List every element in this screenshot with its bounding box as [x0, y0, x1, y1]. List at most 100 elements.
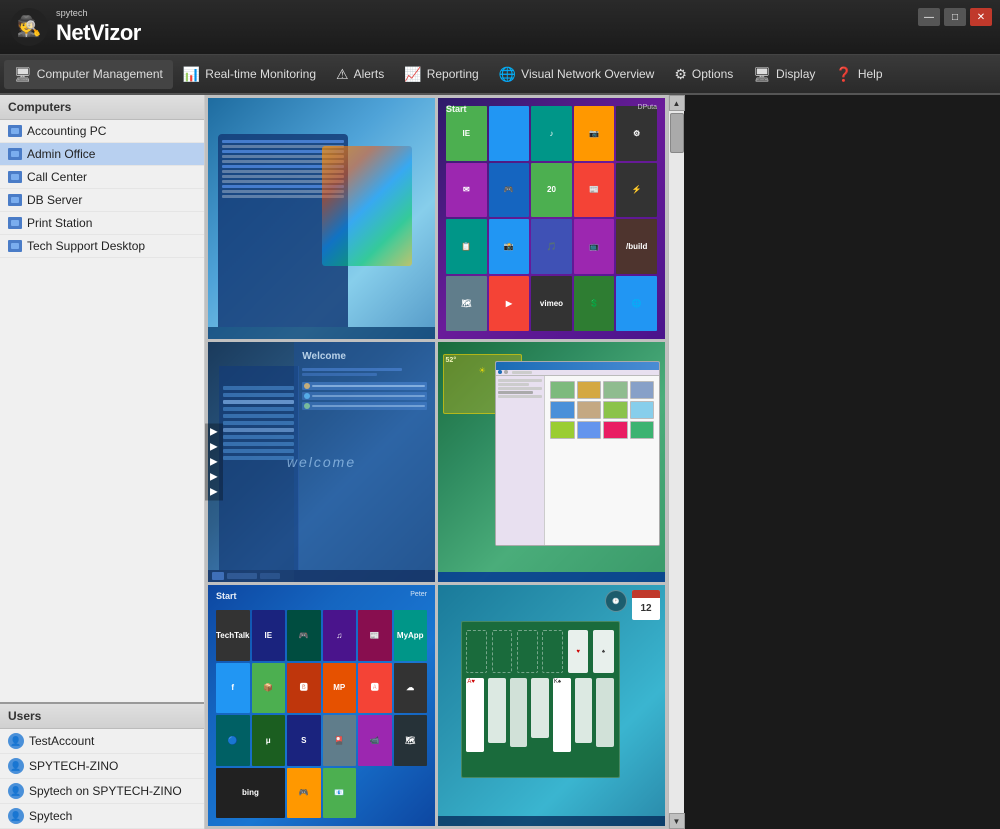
- tile[interactable]: 📸: [489, 219, 530, 274]
- sidebar-item-db-server[interactable]: DB Server: [0, 189, 204, 212]
- sidebar-item-spytech-zino[interactable]: 👤 SPYTECH-ZINO: [0, 754, 204, 779]
- tile[interactable]: 🗺: [446, 276, 487, 331]
- computers-header: Computers: [0, 95, 204, 120]
- tile[interactable]: ✉: [446, 163, 487, 218]
- menu-visual-network[interactable]: 🌐 Visual Network Overview: [489, 60, 665, 89]
- screenshot-winxp[interactable]: 52° ☀: [438, 342, 665, 583]
- menu-reporting[interactable]: 📈 Reporting: [394, 60, 488, 89]
- nav-arrow-up-1[interactable]: ▶: [207, 426, 221, 439]
- calendar-date: 12: [632, 598, 660, 620]
- menu-alerts[interactable]: ⚠ Alerts: [326, 60, 394, 89]
- tile[interactable]: 📧: [323, 768, 357, 818]
- tile[interactable]: 📰: [358, 610, 392, 660]
- tile[interactable]: 🎮: [287, 768, 321, 818]
- close-button[interactable]: ✕: [970, 8, 992, 26]
- tile[interactable]: 📷: [574, 106, 615, 161]
- tile[interactable]: S: [287, 715, 321, 765]
- screenshot-vista[interactable]: Welcome: [208, 342, 435, 583]
- computer-icon: [8, 217, 22, 229]
- tile[interactable]: ♫: [323, 610, 357, 660]
- visual-network-icon: 🌐: [499, 66, 516, 83]
- tile[interactable]: 🌐: [616, 276, 657, 331]
- tile[interactable]: μ: [252, 715, 286, 765]
- options-icon: ⚙: [674, 66, 687, 83]
- win8-blue-user-label: Peter: [410, 591, 427, 598]
- screenshot-win8-blue[interactable]: Start Peter TechTalk IE 🎮 ♫ 📰 MyApp f 📦 …: [208, 585, 435, 826]
- sidebar-item-print-station[interactable]: Print Station: [0, 212, 204, 235]
- tile[interactable]: f: [216, 663, 250, 713]
- tile[interactable]: IE: [252, 610, 286, 660]
- tile[interactable]: 20: [531, 163, 572, 218]
- menu-realtime-monitoring[interactable]: 📊 Real-time Monitoring: [173, 60, 326, 89]
- tile[interactable]: 📦: [252, 663, 286, 713]
- scroll-thumb[interactable]: [670, 113, 684, 153]
- tile[interactable]: 🅰: [358, 663, 392, 713]
- main-area: Computers Accounting PC Admin Office Cal…: [0, 95, 1000, 829]
- computer-icon: [8, 194, 22, 206]
- menu-computer-management[interactable]: 🖥 Computer Management: [4, 60, 173, 89]
- tile[interactable]: ☁: [394, 663, 428, 713]
- tile[interactable]: IE: [446, 106, 487, 161]
- user-avatar: 👤: [8, 733, 24, 749]
- screenshot-win7[interactable]: [208, 98, 435, 339]
- scrollbar: ▲ ▼: [668, 95, 684, 829]
- computer-icon: [8, 240, 22, 252]
- sidebar-item-accounting-pc[interactable]: Accounting PC: [0, 120, 204, 143]
- brand-name: spytech: [56, 8, 88, 18]
- tile[interactable]: ⚙: [616, 106, 657, 161]
- nav-arrows: ▶ ▶ ▶ ▶ ▶: [205, 424, 223, 501]
- tile[interactable]: /build: [616, 219, 657, 274]
- tile[interactable]: TechTalk: [216, 610, 250, 660]
- tile[interactable]: bing: [216, 768, 285, 818]
- users-header: Users: [0, 704, 204, 729]
- screenshot-solitaire[interactable]: 🕐 12 ♥: [438, 585, 665, 826]
- sidebar-item-admin-office[interactable]: Admin Office: [0, 143, 204, 166]
- tile[interactable]: ⚡: [616, 163, 657, 218]
- tile[interactable]: ▶: [489, 276, 530, 331]
- menu-display[interactable]: 🖥 Display: [743, 60, 825, 89]
- users-section: Users 👤 TestAccount 👤 SPYTECH-ZINO 👤 Spy…: [0, 702, 204, 829]
- minimize-button[interactable]: —: [918, 8, 940, 26]
- nav-arrow-up-5[interactable]: ▶: [207, 486, 221, 499]
- screenshot-win8-purple[interactable]: Start DPuta IE ♪ 📷 ⚙ ✉ 🎮 20 📰 ⚡ 📋: [438, 98, 665, 339]
- sidebar-item-spytech-on-zino[interactable]: 👤 Spytech on SPYTECH-ZINO: [0, 779, 204, 804]
- nav-arrow-up-3[interactable]: ▶: [207, 456, 221, 469]
- computer-icon: [8, 171, 22, 183]
- maximize-button[interactable]: □: [944, 8, 966, 26]
- sidebar-item-test-account[interactable]: 👤 TestAccount: [0, 729, 204, 754]
- menu-options[interactable]: ⚙ Options: [664, 60, 743, 89]
- scroll-up-button[interactable]: ▲: [669, 95, 685, 111]
- tile[interactable]: 🎵: [531, 219, 572, 274]
- scroll-down-button[interactable]: ▼: [669, 813, 685, 829]
- sidebar-label-admin-office: Admin Office: [27, 147, 95, 161]
- calendar-widget: 12: [632, 590, 660, 620]
- alerts-icon: ⚠: [336, 66, 349, 83]
- sidebar-label-test-account: TestAccount: [29, 734, 94, 748]
- nav-arrow-up-2[interactable]: ▶: [207, 441, 221, 454]
- tile[interactable]: 💲: [574, 276, 615, 331]
- scroll-track[interactable]: [669, 111, 684, 813]
- menu-help[interactable]: ❓ Help: [825, 60, 892, 89]
- sidebar-item-tech-support-desktop[interactable]: Tech Support Desktop: [0, 235, 204, 258]
- tile[interactable]: 📹: [358, 715, 392, 765]
- menu-computer-management-label: Computer Management: [37, 67, 163, 81]
- sidebar-item-call-center[interactable]: Call Center: [0, 166, 204, 189]
- logo-area: 🕵 spytech NetVizor: [10, 7, 141, 47]
- tile[interactable]: ♪: [531, 106, 572, 161]
- tile[interactable]: 🎮: [489, 163, 530, 218]
- tile[interactable]: 📋: [446, 219, 487, 274]
- tile[interactable]: 🔵: [216, 715, 250, 765]
- tile[interactable]: vimeo: [531, 276, 572, 331]
- tile[interactable]: 📺: [574, 219, 615, 274]
- app-title-block: spytech NetVizor: [56, 7, 141, 47]
- tile[interactable]: MP: [323, 663, 357, 713]
- nav-arrow-up-4[interactable]: ▶: [207, 471, 221, 484]
- tile[interactable]: 🎴: [323, 715, 357, 765]
- tile[interactable]: 🎮: [287, 610, 321, 660]
- tile[interactable]: 🅱: [287, 663, 321, 713]
- sidebar-item-spytech[interactable]: 👤 Spytech: [0, 804, 204, 829]
- tile[interactable]: MyApp: [394, 610, 428, 660]
- tile[interactable]: [489, 106, 530, 161]
- tile[interactable]: 🗺: [394, 715, 428, 765]
- tile[interactable]: 📰: [574, 163, 615, 218]
